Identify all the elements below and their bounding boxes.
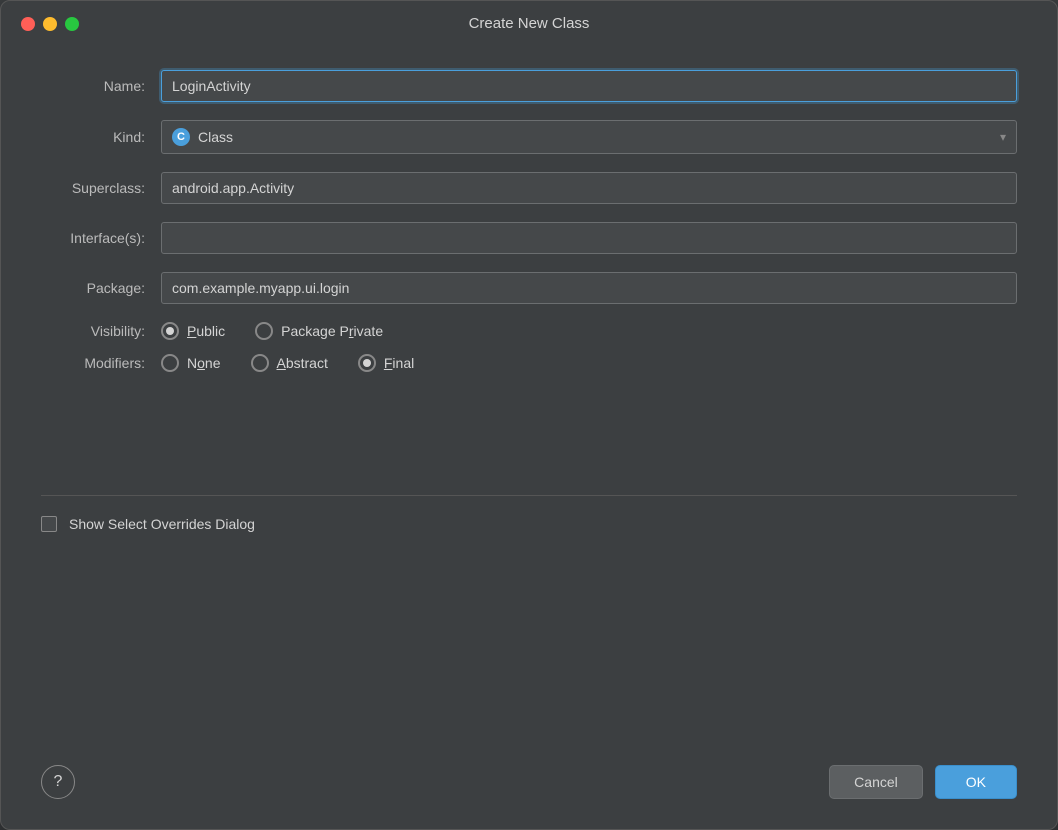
visibility-radio-group: Public Package Private <box>161 322 383 340</box>
modifier-none-label: None <box>187 355 221 371</box>
radio-inner-dot <box>363 359 371 367</box>
create-new-class-dialog: Create New Class Name: Kind: C Class ▾ S… <box>0 0 1058 830</box>
modifiers-radio-group: None Abstract Final <box>161 354 414 372</box>
divider <box>41 495 1017 496</box>
name-input[interactable] <box>161 70 1017 102</box>
ok-button[interactable]: OK <box>935 765 1017 799</box>
show-overrides-row: Show Select Overrides Dialog <box>41 516 1017 532</box>
maximize-button[interactable] <box>65 17 79 31</box>
modifiers-row: Modifiers: None Abstract Final <box>41 354 1017 372</box>
show-overrides-label: Show Select Overrides Dialog <box>69 516 255 532</box>
footer-buttons: Cancel OK <box>829 765 1017 799</box>
interfaces-row: Interface(s): <box>41 222 1017 254</box>
interfaces-input[interactable] <box>161 222 1017 254</box>
package-input[interactable] <box>161 272 1017 304</box>
dialog-content: Name: Kind: C Class ▾ Superclass: Interf… <box>1 46 1057 745</box>
name-label: Name: <box>41 78 161 94</box>
modifiers-label: Modifiers: <box>41 355 161 371</box>
kind-row: Kind: C Class ▾ <box>41 120 1017 154</box>
show-overrides-checkbox[interactable] <box>41 516 57 532</box>
dialog-footer: ? Cancel OK <box>1 745 1057 829</box>
modifier-none-option[interactable]: None <box>161 354 221 372</box>
modifier-abstract-label: Abstract <box>277 355 328 371</box>
name-row: Name: <box>41 70 1017 102</box>
dialog-title: Create New Class <box>469 15 590 32</box>
minimize-button[interactable] <box>43 17 57 31</box>
package-row: Package: <box>41 272 1017 304</box>
interfaces-label: Interface(s): <box>41 230 161 246</box>
package-label: Package: <box>41 280 161 296</box>
window-controls <box>21 17 79 31</box>
visibility-public-radio[interactable] <box>161 322 179 340</box>
visibility-package-private-radio[interactable] <box>255 322 273 340</box>
visibility-public-option[interactable]: Public <box>161 322 225 340</box>
kind-select[interactable]: C Class ▾ <box>161 120 1017 154</box>
visibility-package-private-option[interactable]: Package Private <box>255 322 383 340</box>
title-bar: Create New Class <box>1 1 1057 46</box>
modifier-abstract-radio[interactable] <box>251 354 269 372</box>
visibility-label: Visibility: <box>41 323 161 339</box>
modifier-final-label: Final <box>384 355 414 371</box>
superclass-label: Superclass: <box>41 180 161 196</box>
kind-label: Kind: <box>41 129 161 145</box>
modifier-final-option[interactable]: Final <box>358 354 414 372</box>
help-button[interactable]: ? <box>41 765 75 799</box>
cancel-button[interactable]: Cancel <box>829 765 923 799</box>
chevron-down-icon: ▾ <box>1000 130 1006 144</box>
visibility-row: Visibility: Public Package Private <box>41 322 1017 340</box>
superclass-input[interactable] <box>161 172 1017 204</box>
kind-value-text: Class <box>198 129 233 145</box>
superclass-row: Superclass: <box>41 172 1017 204</box>
modifier-final-radio[interactable] <box>358 354 376 372</box>
modifier-none-radio[interactable] <box>161 354 179 372</box>
kind-class-icon: C <box>172 128 190 146</box>
radio-inner-dot <box>166 327 174 335</box>
close-button[interactable] <box>21 17 35 31</box>
visibility-package-private-label: Package Private <box>281 323 383 339</box>
modifier-abstract-option[interactable]: Abstract <box>251 354 328 372</box>
visibility-public-label: Public <box>187 323 225 339</box>
